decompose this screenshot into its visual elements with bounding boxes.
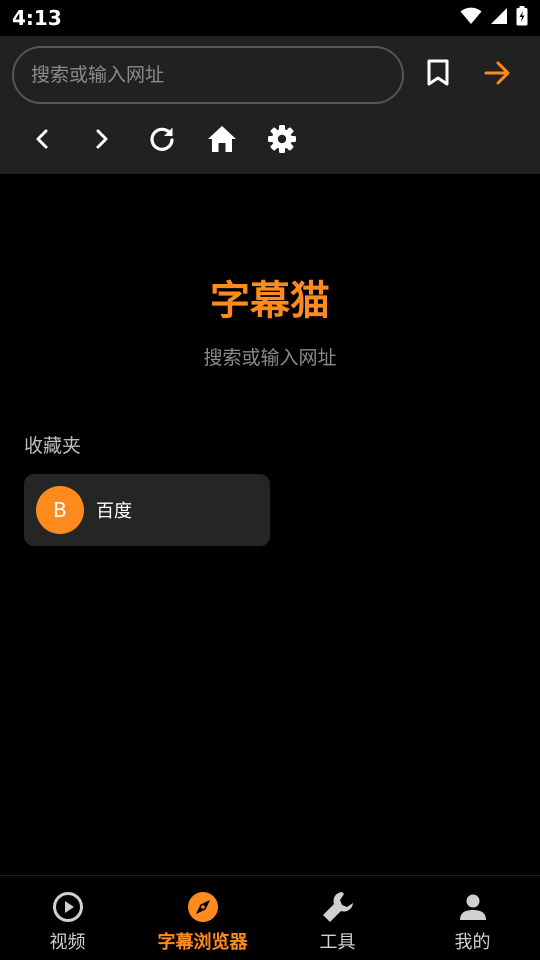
person-icon (456, 890, 490, 924)
refresh-icon (148, 125, 176, 157)
browser-toolbar (0, 36, 540, 174)
screen: 4:13 搜索或输入网址 字幕猫 搜索或输入网址 收藏夹 B 百度 视频 字幕浏… (0, 0, 540, 960)
favorite-avatar: B (36, 486, 84, 534)
play-circle-icon (51, 890, 85, 924)
favorites-label: 收藏夹 (24, 435, 82, 457)
compass-icon (186, 890, 220, 924)
url-input[interactable] (31, 64, 402, 86)
bookmark-icon (426, 59, 450, 91)
nav-item-tools[interactable]: 工具 (270, 876, 405, 960)
url-bar[interactable] (12, 46, 404, 104)
nav-label-subtitle-browser: 字幕浏览器 (157, 932, 248, 953)
wrench-icon (321, 890, 355, 924)
chevron-right-icon (94, 128, 110, 154)
signal-icon (490, 7, 508, 29)
bottom-nav: 视频 字幕浏览器 工具 我的 (0, 875, 540, 960)
bookmark-button[interactable] (416, 53, 460, 97)
app-title: 字幕猫 (210, 278, 330, 324)
go-button[interactable] (476, 53, 520, 97)
nav-item-subtitle-browser[interactable]: 字幕浏览器 (135, 876, 270, 960)
status-bar: 4:13 (0, 0, 540, 36)
nav-label-tools: 工具 (319, 932, 356, 953)
forward-button[interactable] (80, 119, 124, 163)
nav-item-me[interactable]: 我的 (405, 876, 540, 960)
favorite-item-baidu[interactable]: B 百度 (24, 474, 270, 546)
app-subtitle: 搜索或输入网址 (203, 347, 337, 369)
status-icons (460, 6, 528, 30)
favorite-name: 百度 (96, 501, 132, 522)
wifi-icon (460, 7, 482, 29)
nav-item-video[interactable]: 视频 (0, 876, 135, 960)
arrow-right-icon (484, 60, 512, 90)
nav-label-me: 我的 (454, 932, 491, 953)
battery-icon (516, 6, 528, 30)
gear-icon (267, 124, 297, 158)
settings-button[interactable] (260, 119, 304, 163)
home-button[interactable] (200, 119, 244, 163)
nav-label-video: 视频 (49, 932, 86, 953)
status-time: 4:13 (12, 6, 62, 30)
reload-button[interactable] (140, 119, 184, 163)
home-icon (207, 125, 237, 157)
chevron-left-icon (34, 128, 50, 154)
back-button[interactable] (20, 119, 64, 163)
